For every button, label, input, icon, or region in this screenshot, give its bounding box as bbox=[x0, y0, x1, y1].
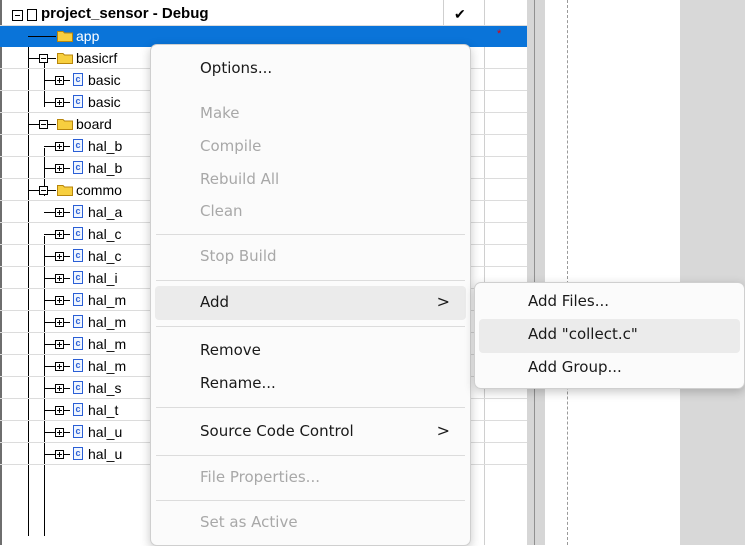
expand-box[interactable] bbox=[55, 296, 64, 305]
tree-item-label: hal_s bbox=[88, 380, 122, 396]
menu-item-make[interactable]: Make bbox=[155, 97, 466, 131]
c-file-icon: c bbox=[73, 95, 83, 108]
editor-pane bbox=[545, 0, 680, 545]
folder-icon bbox=[57, 53, 73, 64]
folder-icon bbox=[57, 119, 73, 130]
tree-item-label: hal_a bbox=[88, 204, 123, 220]
chevron-right-icon: > bbox=[436, 421, 450, 440]
c-file-icon: c bbox=[73, 293, 83, 306]
tree-item-label: hal_m bbox=[88, 314, 127, 330]
tree-item-label: hal_u bbox=[88, 446, 123, 462]
tree-item-label: app bbox=[76, 28, 100, 44]
menu-item-remove[interactable]: Remove bbox=[155, 334, 466, 368]
menu-item-clean[interactable]: Clean bbox=[155, 195, 466, 229]
expand-box[interactable] bbox=[55, 318, 64, 327]
tree-item-label: hal_m bbox=[88, 292, 127, 308]
c-file-icon: c bbox=[73, 359, 83, 372]
c-file-icon: c bbox=[73, 249, 83, 262]
tree-item-label: hal_b bbox=[88, 160, 123, 176]
expand-box[interactable] bbox=[55, 450, 64, 459]
c-file-icon: c bbox=[73, 227, 83, 240]
c-file-icon: c bbox=[73, 381, 83, 394]
expand-box[interactable] bbox=[55, 274, 64, 283]
chevron-right-icon: > bbox=[436, 292, 450, 311]
folder-icon bbox=[57, 31, 73, 42]
menu-item-set-as-active[interactable]: Set as Active bbox=[155, 506, 466, 540]
expand-box[interactable] bbox=[55, 252, 64, 261]
expand-box[interactable] bbox=[55, 98, 64, 107]
tree-item-label: basic bbox=[88, 72, 121, 88]
tree-item-label: hal_m bbox=[88, 358, 127, 374]
menu-separator bbox=[156, 326, 465, 327]
tree-root-project[interactable]: project_sensor - Debug ✔ bbox=[0, 5, 527, 26]
menu-separator bbox=[156, 455, 465, 456]
tree-item-label: board bbox=[76, 116, 112, 132]
tree-item-label: hal_i bbox=[88, 270, 118, 286]
expand-box[interactable] bbox=[55, 230, 64, 239]
menu-item-file-properties[interactable]: File Properties... bbox=[155, 461, 466, 495]
c-file-icon: c bbox=[73, 403, 83, 416]
c-file-icon: c bbox=[73, 447, 83, 460]
pane-splitter[interactable] bbox=[527, 0, 545, 545]
menu-item-compile[interactable]: Compile bbox=[155, 130, 466, 164]
menu-item-rebuild-all[interactable]: Rebuild All bbox=[155, 163, 466, 197]
c-file-icon: c bbox=[73, 425, 83, 438]
project-name: project_sensor - Debug bbox=[41, 5, 209, 22]
collapse-box[interactable] bbox=[39, 54, 48, 63]
c-file-icon: c bbox=[73, 205, 83, 218]
c-file-icon: c bbox=[73, 139, 83, 152]
c-file-icon: c bbox=[73, 73, 83, 86]
collapse-box[interactable] bbox=[12, 10, 23, 21]
modified-marker: * bbox=[497, 28, 502, 40]
expand-box[interactable] bbox=[55, 362, 64, 371]
expand-box[interactable] bbox=[55, 406, 64, 415]
menu-item-rename[interactable]: Rename... bbox=[155, 367, 466, 401]
expand-box[interactable] bbox=[55, 76, 64, 85]
project-icon bbox=[27, 9, 37, 21]
submenu-item-add-files[interactable]: Add Files... bbox=[479, 286, 740, 320]
tree-item-label: hal_u bbox=[88, 424, 123, 440]
menu-separator bbox=[156, 234, 465, 235]
tree-item-label: basic bbox=[88, 94, 121, 110]
tree-item-label: hal_c bbox=[88, 248, 122, 264]
expand-box[interactable] bbox=[55, 428, 64, 437]
menu-item-stop-build[interactable]: Stop Build bbox=[155, 240, 466, 274]
expand-box[interactable] bbox=[55, 208, 64, 217]
menu-item-source-code-control[interactable]: Source Code Control > bbox=[155, 415, 466, 449]
side-panel bbox=[680, 0, 745, 545]
menu-item-add[interactable]: Add > bbox=[155, 286, 466, 320]
c-file-icon: c bbox=[73, 161, 83, 174]
tree-item-label: hal_t bbox=[88, 402, 119, 418]
expand-box[interactable] bbox=[55, 340, 64, 349]
tree-item-label: basicrf bbox=[76, 50, 118, 66]
c-file-icon: c bbox=[73, 315, 83, 328]
submenu-item-add-group[interactable]: Add Group... bbox=[479, 352, 740, 386]
menu-separator bbox=[156, 500, 465, 501]
build-check-icon: ✔ bbox=[454, 6, 466, 22]
expand-box[interactable] bbox=[55, 164, 64, 173]
menu-separator bbox=[156, 407, 465, 408]
tree-item-label: commo bbox=[76, 182, 122, 198]
context-menu: Options... Make Compile Rebuild All Clea… bbox=[150, 44, 471, 546]
tree-item-label: hal_m bbox=[88, 336, 127, 352]
menu-separator bbox=[156, 280, 465, 281]
tree-item-label: hal_c bbox=[88, 226, 122, 242]
expand-box[interactable] bbox=[55, 384, 64, 393]
folder-icon bbox=[57, 185, 73, 196]
c-file-icon: c bbox=[73, 337, 83, 350]
tree-item-label: hal_b bbox=[88, 138, 123, 154]
submenu-item-add-collect-c[interactable]: Add "collect.c" bbox=[479, 319, 740, 353]
collapse-box[interactable] bbox=[39, 186, 48, 195]
expand-box[interactable] bbox=[55, 142, 64, 151]
menu-item-options[interactable]: Options... bbox=[155, 52, 466, 86]
c-file-icon: c bbox=[73, 271, 83, 284]
add-submenu: Add Files... Add "collect.c" Add Group..… bbox=[474, 282, 745, 389]
collapse-box[interactable] bbox=[39, 120, 48, 129]
